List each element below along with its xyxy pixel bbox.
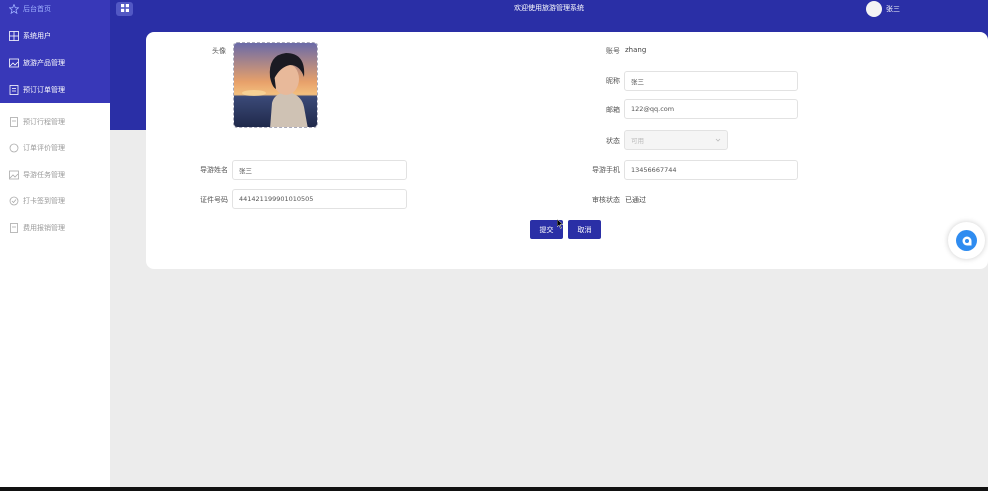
sidebar-item-checkin[interactable]: 打卡签到管理 — [0, 188, 110, 214]
doc-icon — [9, 223, 19, 233]
sidebar-item-reviews[interactable]: 订单评价管理 — [0, 135, 110, 161]
chat-bubble-icon — [956, 230, 977, 251]
profile-form-card: 头像 账号 zhang 昵称 张三 邮箱 122@qq.com 状态 可用 导游… — [146, 32, 988, 269]
email-label: 邮箱 — [606, 106, 620, 114]
guide-name-label: 导游姓名 — [200, 166, 228, 174]
order-icon — [9, 85, 19, 95]
chat-float-button[interactable] — [948, 222, 985, 259]
sidebar-item-label: 预订行程管理 — [23, 118, 65, 126]
status-select[interactable]: 可用 — [624, 130, 728, 150]
top-header: 欢迎使用旅游管理系统 张三 — [110, 0, 988, 19]
sidebar-item-label: 预订订单管理 — [23, 86, 65, 94]
nickname-label: 昵称 — [606, 77, 620, 85]
avatar-label: 头像 — [212, 47, 226, 55]
avatar-upload[interactable] — [233, 42, 318, 128]
sidebar-item-itinerary[interactable]: 预订行程管理 — [0, 109, 110, 135]
sidebar-item-label: 订单评价管理 — [23, 144, 65, 152]
sidebar: 后台首页 系统用户 旅游产品管理 预订订单管理 预订行程管理 订单评价管理 导游… — [0, 0, 110, 487]
doc-icon — [9, 117, 19, 127]
id-number-label: 证件号码 — [200, 196, 228, 204]
chat-icon — [9, 143, 19, 153]
user-name: 张三 — [886, 5, 900, 13]
sidebar-item-home[interactable]: 后台首页 — [0, 0, 110, 22]
status-value: 可用 — [631, 137, 644, 145]
check-icon — [9, 196, 19, 206]
chevron-down-icon — [715, 137, 721, 145]
guide-phone-label: 导游手机 — [592, 166, 620, 174]
guide-name-input[interactable]: 张三 — [232, 160, 407, 180]
sidebar-item-label: 后台首页 — [23, 5, 51, 13]
grid-icon — [9, 31, 19, 41]
image-icon — [9, 170, 19, 180]
id-number-input[interactable]: 441421199901010505 — [232, 189, 407, 209]
sidebar-item-guide-tasks[interactable]: 导游任务管理 — [0, 162, 110, 188]
nickname-input[interactable]: 张三 — [624, 71, 798, 91]
page-title: 欢迎使用旅游管理系统 — [514, 4, 584, 12]
cancel-button[interactable]: 取消 — [568, 220, 601, 239]
cursor-icon — [556, 218, 564, 231]
sidebar-item-label: 费用报销管理 — [23, 224, 65, 232]
sidebar-item-system-users[interactable]: 系统用户 — [0, 23, 110, 49]
audit-status-value: 已通过 — [625, 196, 646, 204]
sidebar-item-products[interactable]: 旅游产品管理 — [0, 50, 110, 76]
sidebar-item-label: 导游任务管理 — [23, 171, 65, 179]
guide-phone-input[interactable]: 13456667744 — [624, 160, 798, 180]
avatar — [866, 1, 882, 17]
star-icon — [9, 4, 19, 14]
sidebar-item-label: 旅游产品管理 — [23, 59, 65, 67]
account-label: 账号 — [606, 47, 620, 55]
email-input[interactable]: 122@qq.com — [624, 99, 798, 119]
sidebar-item-orders[interactable]: 预订订单管理 — [0, 77, 110, 103]
avatar-image — [234, 43, 317, 127]
account-value: zhang — [625, 46, 647, 54]
sidebar-item-expenses[interactable]: 费用报销管理 — [0, 215, 110, 241]
sidebar-item-label: 打卡签到管理 — [23, 197, 65, 205]
image-icon — [9, 58, 19, 68]
audit-status-label: 审核状态 — [592, 196, 620, 204]
status-label: 状态 — [606, 137, 620, 145]
user-menu[interactable]: 张三 — [866, 0, 900, 18]
sidebar-item-label: 系统用户 — [23, 32, 51, 40]
bottom-edge — [0, 487, 988, 491]
